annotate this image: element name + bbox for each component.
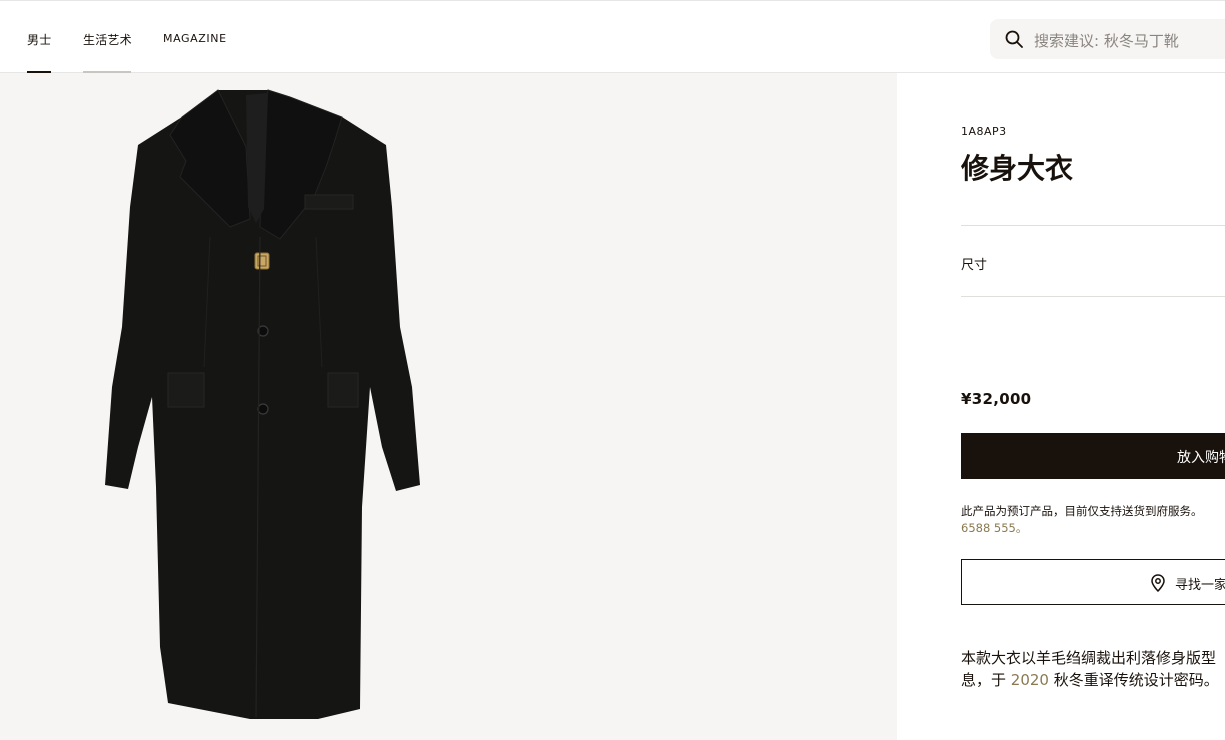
- search-box[interactable]: 搜索建议: 秋冬马丁靴: [990, 19, 1225, 59]
- product-image-coat: [105, 89, 420, 719]
- add-to-cart-label: 放入购物: [1177, 449, 1225, 465]
- product-info-panel: 1A8AP3 修身大衣 尺寸 ¥32,000 放入购物 此产品为预订产品，目前仅…: [897, 73, 1225, 740]
- find-store-button[interactable]: 寻找一家: [961, 559, 1225, 605]
- product-sku: 1A8AP3: [961, 125, 1007, 138]
- search-icon: [1005, 30, 1023, 48]
- description-text: 息，于: [961, 671, 1011, 689]
- find-store-label: 寻找一家: [1175, 577, 1225, 592]
- product-price: ¥32,000: [961, 390, 1032, 408]
- phone-link[interactable]: 6588 555。: [961, 520, 1225, 537]
- divider: [961, 225, 1225, 226]
- divider: [961, 296, 1225, 297]
- size-selector[interactable]: 尺寸: [961, 254, 987, 273]
- preorder-notice: 此产品为预订产品，目前仅支持送货到府服务。 6588 555。: [961, 503, 1225, 537]
- search-input[interactable]: 搜索建议: 秋冬马丁靴: [1034, 30, 1179, 51]
- description-line: 本款大衣以羊毛绉绸裁出利落修身版型: [961, 649, 1217, 667]
- add-to-cart-button[interactable]: 放入购物: [961, 433, 1225, 479]
- product-title: 修身大衣: [961, 152, 1074, 185]
- description-line: 息，于 2020 秋冬重译传统设计密码。: [961, 669, 1225, 691]
- notice-text: 此产品为预订产品，目前仅支持送货到府服务。: [961, 504, 1203, 518]
- nav-item-art-of-living[interactable]: 生活艺术: [83, 31, 132, 48]
- description-year-link[interactable]: 2020: [1011, 671, 1049, 689]
- location-pin-icon: [1151, 574, 1165, 592]
- product-description: 本款大衣以羊毛绉绸裁出利落修身版型 息，于 2020 秋冬重译传统设计密码。: [961, 647, 1225, 691]
- nav-item-magazine[interactable]: MAGAZINE: [163, 32, 227, 45]
- description-text: 秋冬重译传统设计密码。: [1048, 671, 1219, 689]
- top-navigation: 男士 生活艺术 MAGAZINE 搜索建议: 秋冬马丁靴: [0, 0, 1225, 73]
- nav-item-men[interactable]: 男士: [27, 31, 51, 48]
- product-image-gallery[interactable]: [0, 73, 897, 740]
